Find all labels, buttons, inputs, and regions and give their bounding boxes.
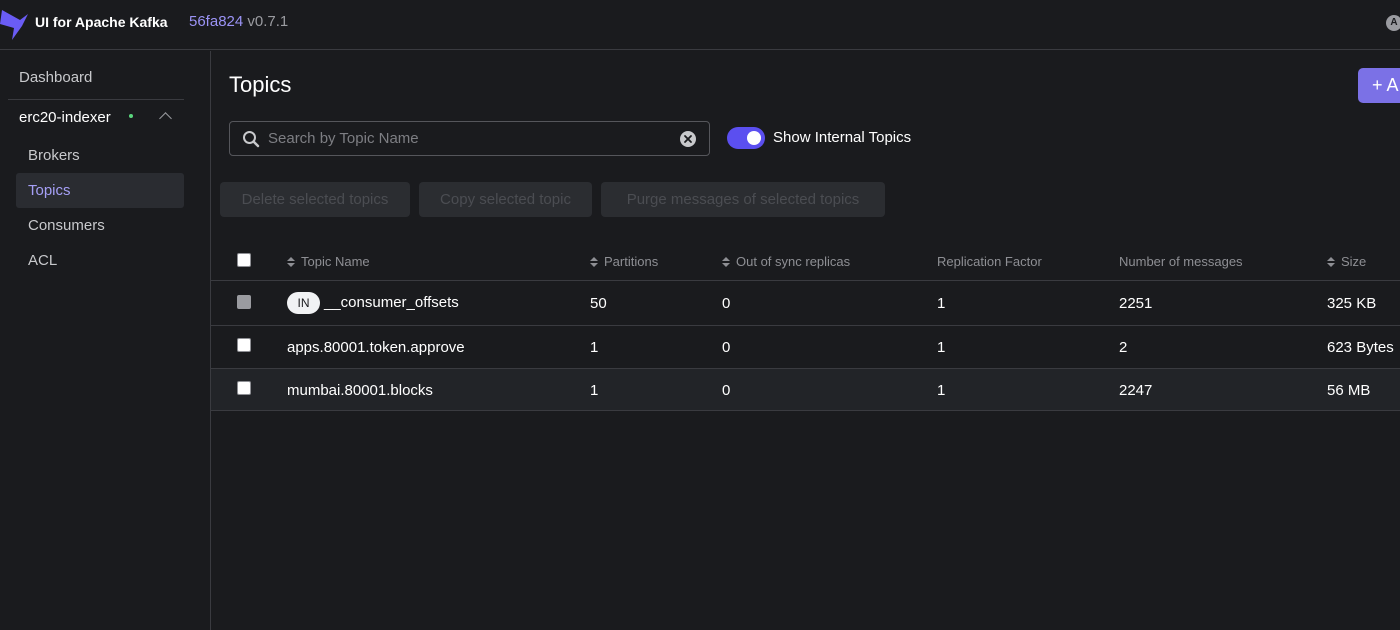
partitions-cell: 1 xyxy=(590,339,599,356)
page-title: Topics xyxy=(229,72,292,97)
out-of-sync-cell: 0 xyxy=(722,382,731,399)
sort-icon xyxy=(590,257,598,267)
sidebar-item-brokers[interactable]: Brokers xyxy=(16,138,184,173)
search-input[interactable] xyxy=(268,122,668,155)
topic-name-link[interactable]: __consumer_offsets xyxy=(324,294,459,311)
topic-name-link[interactable]: mumbai.80001.blocks xyxy=(287,382,433,399)
chevron-up-icon[interactable] xyxy=(159,112,172,125)
messages-cell: 2247 xyxy=(1119,382,1153,399)
show-internal-topics-label: Show Internal Topics xyxy=(773,129,912,146)
column-header-number-of-messages: Number of messages xyxy=(1119,254,1243,269)
user-avatar-icon[interactable]: A xyxy=(1386,15,1400,31)
sidebar-item-dashboard[interactable]: Dashboard xyxy=(19,69,92,86)
replication-cell: 1 xyxy=(937,382,946,399)
add-topic-button[interactable]: + A xyxy=(1358,68,1400,103)
copy-selected-topic-button[interactable]: Copy selected topic xyxy=(419,182,592,217)
sort-icon xyxy=(1327,257,1335,267)
sidebar: Dashboard erc20-indexer Brokers Topics C… xyxy=(0,51,211,630)
select-all-checkbox[interactable] xyxy=(237,253,251,267)
sidebar-item-topics[interactable]: Topics xyxy=(16,173,184,208)
messages-cell: 2 xyxy=(1119,339,1128,356)
row-checkbox[interactable] xyxy=(237,381,251,395)
internal-badge: IN xyxy=(287,292,320,314)
topic-name-link[interactable]: apps.80001.token.approve xyxy=(287,339,465,356)
version-label: v0.7.1 xyxy=(247,13,289,30)
row-checkbox[interactable] xyxy=(237,338,251,352)
column-label: Partitions xyxy=(604,254,659,269)
row-checkbox xyxy=(237,295,251,309)
top-bar: UI for Apache Kafka 56fa824 v0.7.1 A xyxy=(0,0,1400,50)
clear-search-icon[interactable] xyxy=(679,130,697,148)
column-header-partitions[interactable]: Partitions xyxy=(590,254,658,269)
column-header-size[interactable]: Size xyxy=(1327,254,1366,269)
partitions-cell: 50 xyxy=(590,295,607,312)
column-header-topic-name[interactable]: Topic Name xyxy=(287,254,370,269)
search-box xyxy=(229,121,710,156)
sidebar-item-consumers[interactable]: Consumers xyxy=(16,208,184,243)
column-label: Topic Name xyxy=(301,254,370,269)
size-cell: 623 Bytes xyxy=(1327,339,1394,356)
out-of-sync-cell: 0 xyxy=(722,339,731,356)
sort-icon xyxy=(287,257,295,267)
partitions-cell: 1 xyxy=(590,382,599,399)
size-cell: 56 MB xyxy=(1327,382,1371,399)
cluster-status-dot xyxy=(129,114,133,118)
purge-messages-button[interactable]: Purge messages of selected topics xyxy=(601,182,885,217)
column-label: Size xyxy=(1341,254,1367,269)
messages-cell: 2251 xyxy=(1119,295,1153,312)
show-internal-topics-toggle[interactable] xyxy=(727,127,765,149)
column-label: Out of sync replicas xyxy=(736,254,851,269)
search-icon xyxy=(243,131,260,148)
sidebar-divider xyxy=(8,99,184,100)
sidebar-item-acl[interactable]: ACL xyxy=(16,243,184,278)
kafka-logo-icon[interactable] xyxy=(0,4,28,40)
size-cell: 325 KB xyxy=(1327,295,1377,312)
commit-hash[interactable]: 56fa824 xyxy=(189,13,243,30)
out-of-sync-cell: 0 xyxy=(722,295,731,312)
version-info[interactable]: 56fa824 v0.7.1 xyxy=(189,13,288,30)
column-header-replication-factor: Replication Factor xyxy=(937,254,1042,269)
app-title[interactable]: UI for Apache Kafka xyxy=(35,14,168,30)
cluster-name[interactable]: erc20-indexer xyxy=(19,109,111,126)
column-header-out-of-sync[interactable]: Out of sync replicas xyxy=(722,254,850,269)
delete-selected-topics-button[interactable]: Delete selected topics xyxy=(220,182,410,217)
replication-cell: 1 xyxy=(937,339,946,356)
replication-cell: 1 xyxy=(937,295,946,312)
sort-icon xyxy=(722,257,730,267)
